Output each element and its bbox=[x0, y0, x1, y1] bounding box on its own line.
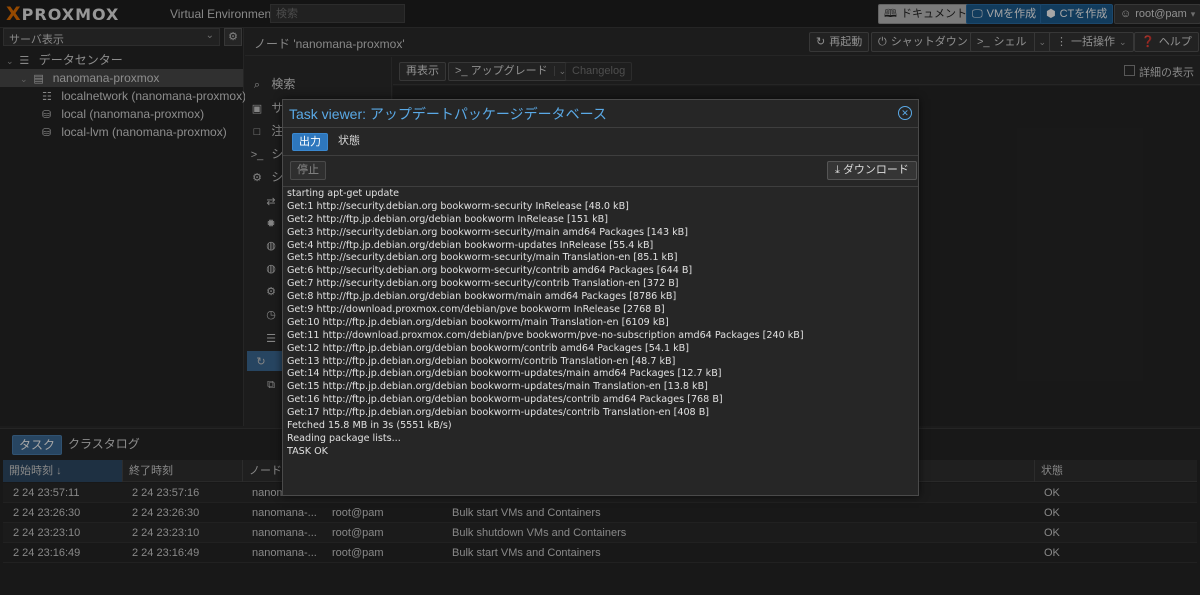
log-line: Get:1 http://security.debian.org bookwor… bbox=[287, 200, 629, 212]
task-log-output[interactable]: starting apt-get update Get:1 http://secu… bbox=[287, 188, 914, 493]
log-line: Get:13 http://ftp.jp.debian.org/debian b… bbox=[287, 355, 676, 367]
log-line: Get:14 http://ftp.jp.debian.org/debian b… bbox=[287, 368, 722, 380]
log-line: Get:4 http://ftp.jp.debian.org/debian bo… bbox=[287, 239, 654, 251]
log-line: Reading package lists... bbox=[287, 432, 401, 444]
log-line: Get:12 http://ftp.jp.debian.org/debian b… bbox=[287, 342, 689, 354]
download-button[interactable]: ⤓ ダウンロード bbox=[827, 161, 917, 180]
divider bbox=[283, 155, 918, 156]
log-line: Get:6 http://security.debian.org bookwor… bbox=[287, 265, 693, 277]
divider bbox=[283, 127, 918, 128]
log-line: Get:3 http://security.debian.org bookwor… bbox=[287, 226, 689, 238]
log-line: Get:9 http://download.proxmox.com/debian… bbox=[287, 304, 665, 316]
log-line: Get:7 http://security.debian.org bookwor… bbox=[287, 278, 679, 290]
close-icon[interactable]: ✕ bbox=[898, 106, 912, 120]
log-line: Get:11 http://download.proxmox.com/debia… bbox=[287, 329, 804, 341]
log-line: Get:10 http://ftp.jp.debian.org/debian b… bbox=[287, 316, 669, 328]
log-line: Get:15 http://ftp.jp.debian.org/debian b… bbox=[287, 381, 708, 393]
download-icon: ⤓ bbox=[835, 164, 840, 176]
stop-button[interactable]: 停止 bbox=[290, 161, 326, 180]
tab-status[interactable]: 状態 bbox=[332, 133, 366, 151]
log-line: Get:5 http://security.debian.org bookwor… bbox=[287, 252, 678, 264]
log-line: Get:8 http://ftp.jp.debian.org/debian bo… bbox=[287, 291, 677, 303]
tab-output[interactable]: 出力 bbox=[292, 133, 328, 151]
log-line: Get:17 http://ftp.jp.debian.org/debian b… bbox=[287, 407, 710, 419]
log-line: Fetched 15.8 MB in 3s (5551 kB/s) bbox=[287, 420, 452, 432]
log-line: TASK OK bbox=[287, 445, 328, 457]
log-line: starting apt-get update bbox=[287, 188, 400, 199]
dialog-title: Task viewer: アップデートパッケージデータベース bbox=[289, 106, 607, 122]
divider bbox=[283, 186, 918, 187]
log-line: Get:16 http://ftp.jp.debian.org/debian b… bbox=[287, 394, 723, 406]
task-viewer-dialog: Task viewer: アップデートパッケージデータベース ✕ 出力 状態 停… bbox=[282, 99, 919, 496]
log-line: Get:2 http://ftp.jp.debian.org/debian bo… bbox=[287, 213, 608, 225]
